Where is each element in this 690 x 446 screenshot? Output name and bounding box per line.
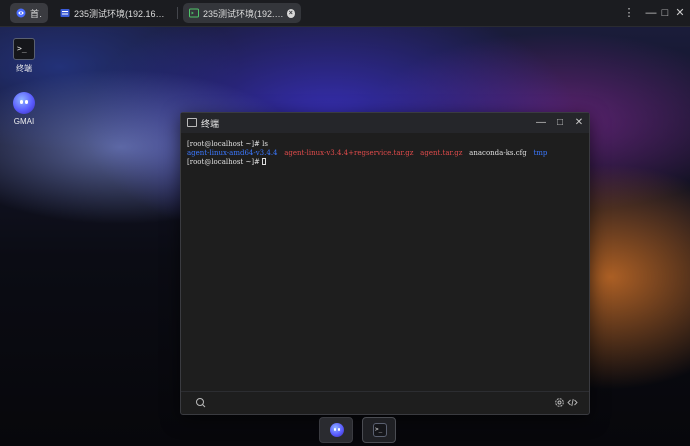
desktop-icon-terminal[interactable]: >_ 终端 bbox=[4, 38, 44, 74]
terminal-window: 终端 — □ ✕ [root@localhost ~]# ls agent-lin… bbox=[180, 112, 590, 415]
tab-remote-host-2[interactable]: 235测试环境(192.16… × bbox=[183, 3, 301, 23]
dock-item-terminal[interactable]: >_ bbox=[362, 417, 396, 443]
desktop-icon-label: GMAI bbox=[13, 117, 35, 126]
terminal-window-icon bbox=[187, 118, 197, 127]
close-window-icon[interactable]: ✕ bbox=[673, 6, 687, 20]
shell-command: ls bbox=[262, 140, 268, 148]
maximize-window-icon[interactable]: □ bbox=[658, 6, 672, 20]
tab-remote-host-1[interactable]: 235测试环境(192.168.0.2… bbox=[54, 3, 172, 23]
tab-close-icon[interactable]: × bbox=[286, 8, 295, 18]
tab-home[interactable]: 首页 bbox=[10, 3, 48, 23]
terminal-tab-icon bbox=[189, 8, 199, 18]
file-entry: agent-linux-amd64-v3.4.4 bbox=[187, 149, 278, 157]
tab-home-label: 首页 bbox=[30, 8, 42, 19]
shell-prompt: [root@localhost ~]# bbox=[187, 140, 263, 148]
settings-icon[interactable] bbox=[554, 397, 565, 408]
desktop-icon-gmai[interactable]: GMAI bbox=[4, 92, 44, 126]
gmai-icon bbox=[330, 423, 344, 437]
gmai-icon bbox=[13, 92, 35, 114]
home-logo-icon bbox=[16, 8, 26, 18]
file-entry: anaconda-ks.cfg bbox=[469, 149, 527, 157]
console-line: [root@localhost ~]# ls bbox=[187, 140, 583, 149]
tab-bar: 首页 235测试环境(192.168.0.2… 235测试环境(192.16… … bbox=[0, 0, 690, 27]
terminal-console[interactable]: [root@localhost ~]# ls agent-linux-amd64-… bbox=[187, 140, 583, 167]
console-line: agent-linux-amd64-v3.4.4 agent-linux-v3.… bbox=[187, 149, 583, 158]
more-menu-icon[interactable]: ⋮ bbox=[622, 6, 636, 20]
tab-label: 235测试环境(192.168.0.2… bbox=[74, 8, 166, 19]
search-icon[interactable] bbox=[195, 397, 206, 408]
terminal-icon: >_ bbox=[13, 38, 35, 60]
desktop-icon-label: 终端 bbox=[16, 64, 32, 73]
minimize-icon[interactable]: — bbox=[534, 116, 548, 130]
tab-label: 235测试环境(192.16… bbox=[203, 8, 287, 19]
tab-divider bbox=[177, 7, 178, 19]
code-icon[interactable] bbox=[567, 397, 578, 408]
terminal-statusbar bbox=[181, 391, 589, 414]
file-entry: agent.tar.gz bbox=[420, 149, 463, 157]
file-entry: tmp bbox=[533, 149, 548, 157]
terminal-icon: >_ bbox=[373, 423, 387, 437]
terminal-title: 终端 bbox=[201, 119, 220, 129]
dock-item-gmai[interactable] bbox=[319, 417, 353, 443]
server-icon bbox=[60, 8, 70, 18]
minimize-window-icon[interactable]: — bbox=[644, 6, 658, 20]
maximize-icon[interactable]: □ bbox=[553, 116, 567, 130]
text-cursor bbox=[262, 158, 267, 165]
shell-prompt: [root@localhost ~]# bbox=[187, 158, 263, 166]
close-icon[interactable]: ✕ bbox=[572, 116, 586, 130]
terminal-titlebar[interactable]: 终端 — □ ✕ bbox=[181, 113, 589, 133]
file-entry: agent-linux-v3.4.4+regservice.tar.gz bbox=[284, 149, 414, 157]
desktop: >_ 终端 GMAI 终端 — □ ✕ [root@localhost ~]# … bbox=[0, 27, 690, 446]
console-line: [root@localhost ~]# bbox=[187, 158, 583, 167]
